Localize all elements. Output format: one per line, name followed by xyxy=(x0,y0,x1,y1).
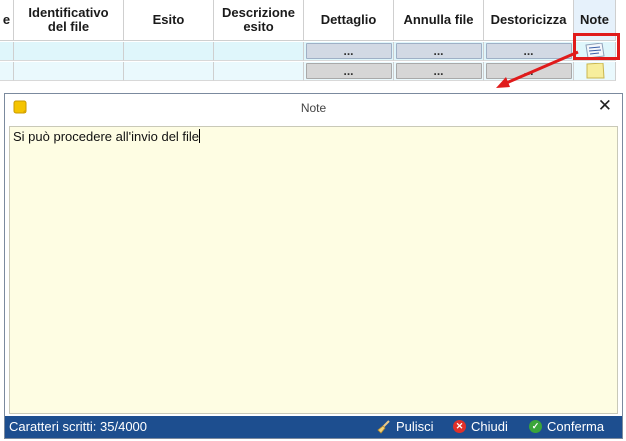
table-cell xyxy=(214,42,304,61)
table-cell: ... xyxy=(394,42,484,61)
col-header-descrizione[interactable]: Descrizione esito xyxy=(214,0,304,41)
clear-label: Pulisci xyxy=(396,419,434,434)
grid-header: e Identificativo del file Esito Descrizio… xyxy=(0,0,616,41)
dettaglio-button[interactable]: ... xyxy=(305,63,392,79)
dialog-statusbar: Caratteri scritti: 35/4000 Pulisci ✕ Chi… xyxy=(5,416,622,438)
table-cell xyxy=(14,62,124,81)
col-header-destoricizza[interactable]: Destoricizza xyxy=(484,0,574,41)
table-cell xyxy=(14,42,124,61)
table-cell xyxy=(214,62,304,81)
text-caret xyxy=(199,129,201,143)
confirm-label: Conferma xyxy=(547,419,605,434)
char-counter: Caratteri scritti: 35/4000 xyxy=(9,419,148,434)
annulla-file-button[interactable]: ... xyxy=(395,63,482,79)
table-cell: ... xyxy=(304,42,394,61)
col-header-identificativo[interactable]: Identificativo del file xyxy=(14,0,124,41)
broom-icon xyxy=(377,419,390,434)
dialog-title: Note xyxy=(300,101,327,115)
close-label: Chiudi xyxy=(471,419,508,434)
table-cell xyxy=(0,42,14,61)
close-button[interactable]: ✕ Chiudi xyxy=(453,419,508,434)
table-cell xyxy=(124,62,214,81)
table-cell: ... xyxy=(394,62,484,81)
col-header-dettaglio[interactable]: Dettaglio xyxy=(304,0,394,41)
confirm-button[interactable]: ✓ Conferma xyxy=(529,419,604,434)
col-header-annulla[interactable]: Annulla file xyxy=(394,0,484,41)
dialog-titlebar[interactable]: Note ✕ xyxy=(5,94,622,120)
annulla-file-button[interactable]: ... xyxy=(395,43,482,59)
note-textarea[interactable]: Si può procedere all'invio del file xyxy=(9,126,618,414)
clear-button[interactable]: Pulisci xyxy=(377,419,434,434)
col-header-partial[interactable]: e xyxy=(0,0,14,41)
table-cell xyxy=(124,42,214,61)
close-circle-icon: ✕ xyxy=(453,420,466,433)
note-dialog: Note ✕ Si può procedere all'invio del fi… xyxy=(4,93,623,439)
close-icon[interactable]: ✕ xyxy=(598,97,612,115)
callout-arrow xyxy=(496,50,579,88)
table-cell: ... xyxy=(304,62,394,81)
col-header-esito[interactable]: Esito xyxy=(124,0,214,41)
table-cell xyxy=(0,62,14,81)
note-text: Si può procedere all'invio del file xyxy=(13,129,200,144)
dettaglio-button[interactable]: ... xyxy=(305,43,392,59)
check-circle-icon: ✓ xyxy=(529,420,542,433)
